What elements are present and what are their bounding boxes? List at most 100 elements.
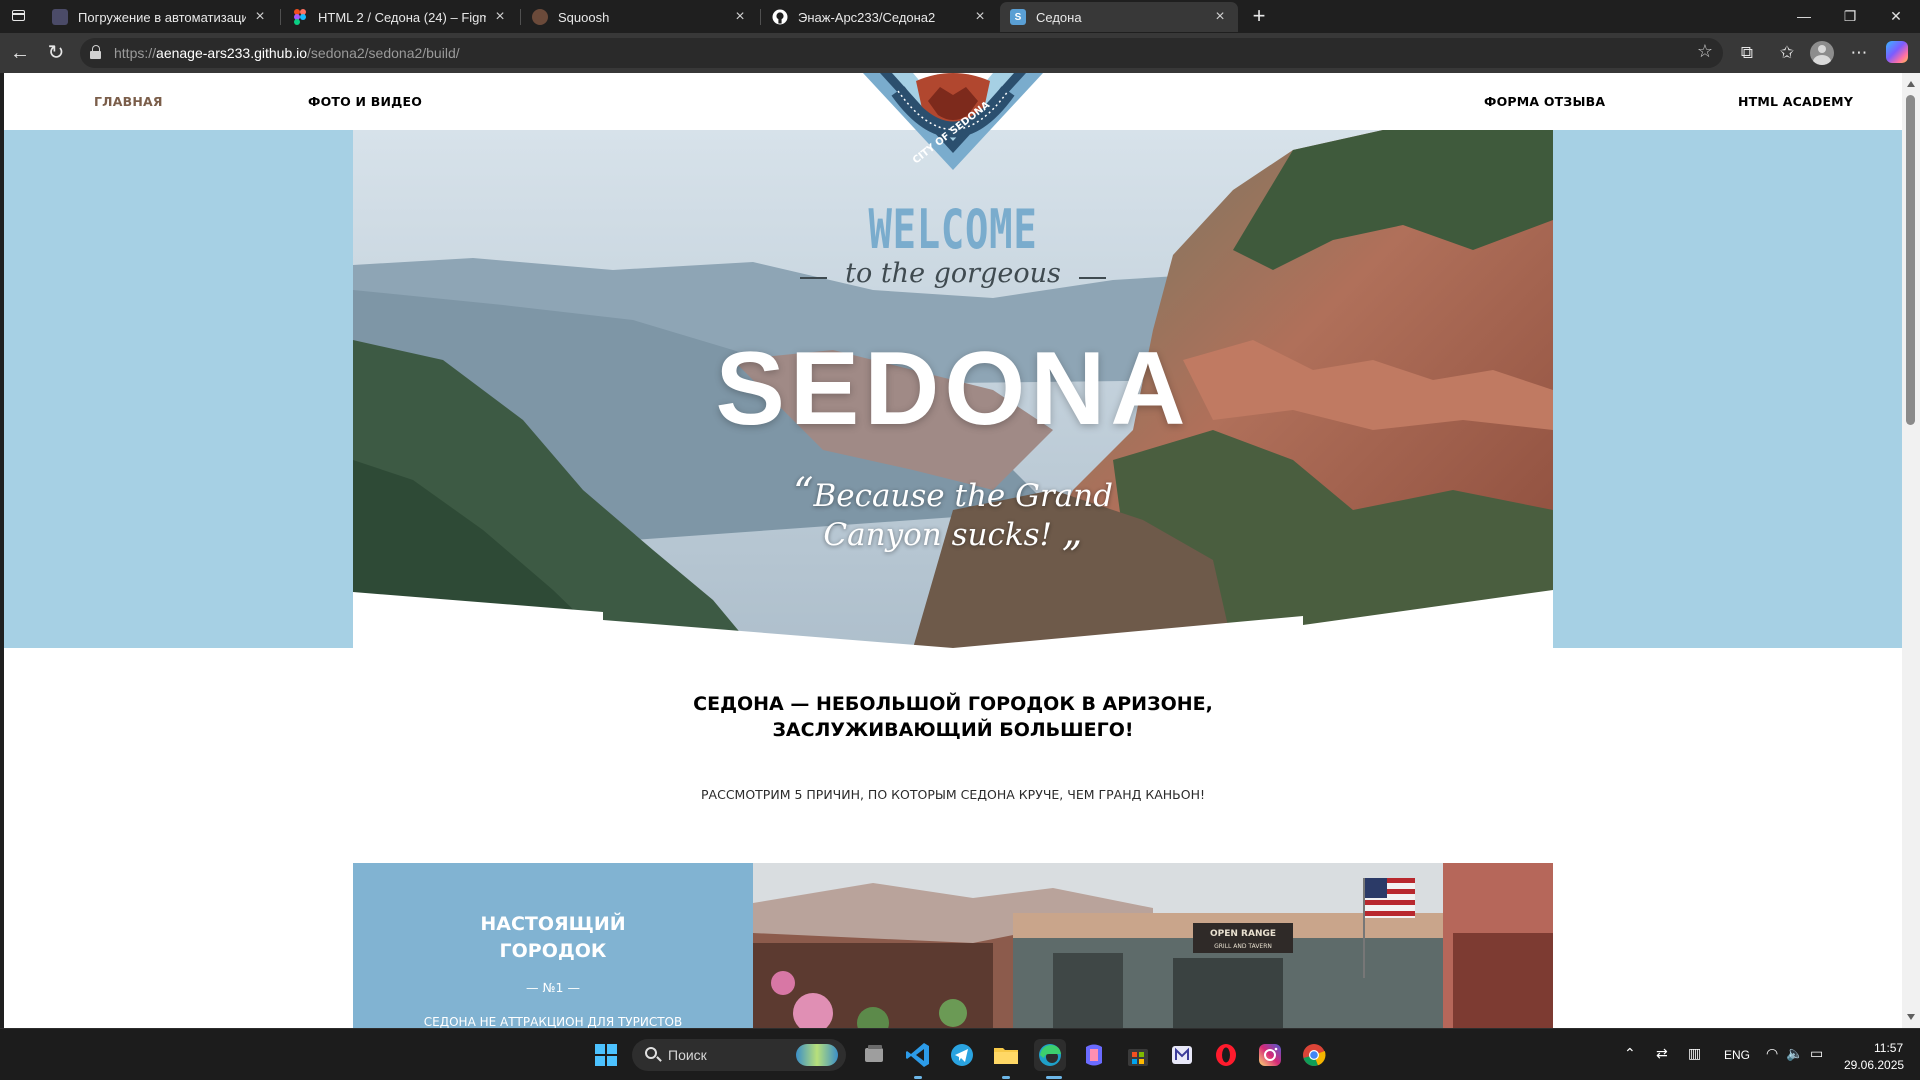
- battery-icon[interactable]: ▭: [1810, 1045, 1823, 1062]
- nav-link-feedback-form[interactable]: ФОРМА ОТЗЫВА: [1484, 94, 1605, 109]
- mail-app-icon[interactable]: [1166, 1039, 1198, 1071]
- copilot-icon[interactable]: [1886, 41, 1908, 63]
- tab-title: Squoosh: [558, 9, 610, 25]
- browser-tab-github[interactable]: Энаж-Арс233/Седона2 ×: [762, 2, 998, 32]
- close-icon[interactable]: ×: [732, 8, 748, 26]
- web-page: ГЛАВНАЯ ФОТО И ВИДЕО ФОРМА ОТЗЫВА HTML A…: [4, 73, 1902, 1028]
- wifi-icon[interactable]: ◠: [1766, 1045, 1778, 1062]
- taskbar-search-box[interactable]: Поиск: [632, 1039, 846, 1071]
- chrome-icon[interactable]: [1298, 1039, 1330, 1071]
- windows-taskbar: Поиск ⌃ ⇄ ▥ ENG ◠ 🔈 ▭ 11:57 29.06.2025: [0, 1028, 1920, 1080]
- figma-icon: [292, 9, 308, 25]
- clock-time[interactable]: 11:57: [1874, 1041, 1903, 1055]
- feature-title-line-2: ГОРОДОК: [499, 940, 607, 962]
- nav-link-html-academy[interactable]: HTML ACADEMY: [1738, 94, 1853, 109]
- feature-title: НАСТОЯЩИЙ ГОРОДОК: [353, 911, 753, 965]
- hero-quote: “Because the Grand Canyon sucks! „: [783, 473, 1123, 555]
- browser-tab-strip: Погружение в автоматизацию - × HTML 2 / …: [0, 0, 1920, 33]
- copilot-app-icon[interactable]: [1078, 1039, 1110, 1071]
- favorites-icon[interactable]: ✩: [1774, 40, 1800, 66]
- scroll-up-arrow-icon[interactable]: [1907, 81, 1915, 87]
- extensions-icon[interactable]: ⧉: [1734, 40, 1760, 66]
- telegram-icon[interactable]: [946, 1039, 978, 1071]
- scroll-down-arrow-icon[interactable]: [1907, 1014, 1915, 1020]
- scroll-thumb[interactable]: [1906, 95, 1915, 425]
- edge-browser-icon[interactable]: [1034, 1039, 1066, 1071]
- instagram-icon[interactable]: [1254, 1039, 1286, 1071]
- decor-line: [1079, 276, 1107, 279]
- nav-link-photo-video[interactable]: ФОТО И ВИДЕО: [308, 94, 422, 109]
- performance-icon[interactable]: ▥: [1688, 1045, 1701, 1062]
- intro-heading-line-2: ЗАСЛУЖИВАЮЩИЙ БОЛЬШЕГО!: [772, 719, 1134, 741]
- quote-open-mark: “: [793, 470, 814, 516]
- close-icon[interactable]: ×: [1212, 8, 1228, 26]
- feature-card-1: НАСТОЯЩИЙ ГОРОДОК — №1 — СЕДОНА НЕ АТТРА…: [353, 863, 753, 1028]
- hero-welcome: WELCOME: [868, 198, 1038, 261]
- page-scrollbar[interactable]: [1902, 73, 1920, 1028]
- close-icon[interactable]: ×: [972, 8, 988, 26]
- show-hidden-icons-icon[interactable]: ⌃: [1624, 1045, 1636, 1062]
- sedona-favicon: S: [1010, 9, 1026, 25]
- browser-tab-automation[interactable]: Погружение в автоматизацию - ×: [42, 2, 278, 32]
- close-window-button[interactable]: ✕: [1873, 0, 1919, 33]
- connections-icon[interactable]: ⇄: [1656, 1045, 1668, 1062]
- tab-divider: [520, 9, 521, 25]
- language-indicator[interactable]: ENG: [1724, 1048, 1750, 1062]
- back-button[interactable]: ←: [6, 39, 34, 67]
- feature-number: — №1 —: [526, 980, 580, 995]
- minimize-button[interactable]: —: [1781, 0, 1827, 33]
- nav-link-home[interactable]: ГЛАВНАЯ: [94, 94, 163, 109]
- more-menu-icon[interactable]: ⋯: [1846, 40, 1872, 66]
- hero-subtitle: to the gorgeous: [845, 258, 1061, 289]
- favorite-star-icon[interactable]: ☆: [1697, 41, 1713, 62]
- shield-icon: [52, 9, 68, 25]
- tab-title: Седона: [1036, 9, 1082, 25]
- close-icon[interactable]: ×: [252, 8, 268, 26]
- feature-town-photo: OPEN RANGE GRILL AND TAVERN: [753, 863, 1553, 1028]
- browser-tab-figma[interactable]: HTML 2 / Седона (24) – Figma ×: [282, 2, 518, 32]
- tab-title: HTML 2 / Седона (24) – Figma: [318, 9, 486, 25]
- reload-button[interactable]: ↻: [42, 39, 70, 67]
- squoosh-icon: [532, 9, 548, 25]
- intro-heading-line-1: СЕДОНА — НЕБОЛЬШОЙ ГОРОДОК В АРИЗОНЕ,: [693, 693, 1213, 715]
- feature-title-line-1: НАСТОЯЩИЙ: [480, 913, 626, 935]
- search-highlight-image: [796, 1044, 838, 1066]
- browser-toolbar: ← ↻ https://aenage-ars233.github.io/sedo…: [0, 33, 1920, 73]
- tab-divider: [760, 9, 761, 25]
- search-placeholder: Поиск: [668, 1047, 707, 1063]
- intro-heading: СЕДОНА — НЕБОЛЬШОЙ ГОРОДОК В АРИЗОНЕ, ЗА…: [4, 691, 1902, 743]
- tab-actions-menu-icon[interactable]: [10, 7, 28, 25]
- search-icon: [645, 1047, 657, 1059]
- address-url[interactable]: https://aenage-ars233.github.io/sedona2/…: [114, 45, 460, 61]
- browser-tab-squoosh[interactable]: Squoosh ×: [522, 2, 758, 32]
- restore-button[interactable]: ❐: [1827, 0, 1873, 33]
- feature-text: СЕДОНА НЕ АТТРАКЦИОН ДЛЯ ТУРИСТОВ: [423, 1015, 683, 1028]
- browser-tab-sedona[interactable]: S Седона ×: [1000, 2, 1238, 32]
- windows-start-icon[interactable]: [590, 1039, 622, 1071]
- running-indicator: [1046, 1076, 1062, 1079]
- running-indicator: [914, 1076, 922, 1079]
- github-icon: [772, 9, 788, 25]
- lock-icon[interactable]: [90, 45, 102, 60]
- city-of-sedona-logo[interactable]: CITY OF SEDONA: [858, 73, 1048, 173]
- clock-date[interactable]: 29.06.2025: [1844, 1058, 1904, 1072]
- tab-divider: [280, 9, 281, 25]
- photo-sign-name: OPEN RANGE: [1210, 929, 1276, 939]
- profile-avatar[interactable]: [1810, 41, 1834, 65]
- decor-line: [799, 276, 827, 279]
- file-explorer-icon[interactable]: [990, 1039, 1022, 1071]
- hero-subtitle-row: to the gorgeous: [353, 258, 1553, 289]
- tab-title: Энаж-Арс233/Седона2: [798, 9, 936, 25]
- hero-title: SEDONA: [715, 331, 1191, 447]
- volume-icon[interactable]: 🔈: [1786, 1045, 1803, 1062]
- task-view-icon[interactable]: [858, 1039, 890, 1071]
- vscode-icon[interactable]: [902, 1039, 934, 1071]
- opera-icon[interactable]: [1210, 1039, 1242, 1071]
- quote-close-mark: „: [1061, 509, 1083, 555]
- intro-subtitle: РАССМОТРИМ 5 ПРИЧИН, ПО КОТОРЫМ СЕДОНА К…: [701, 787, 1205, 802]
- address-bar[interactable]: https://aenage-ars233.github.io/sedona2/…: [80, 38, 1723, 68]
- new-tab-button[interactable]: +: [1246, 4, 1272, 30]
- microsoft-store-icon[interactable]: [1122, 1039, 1154, 1071]
- close-icon[interactable]: ×: [492, 8, 508, 26]
- hero-text: WELCOME to the gorgeous SEDONA “Because …: [353, 130, 1553, 648]
